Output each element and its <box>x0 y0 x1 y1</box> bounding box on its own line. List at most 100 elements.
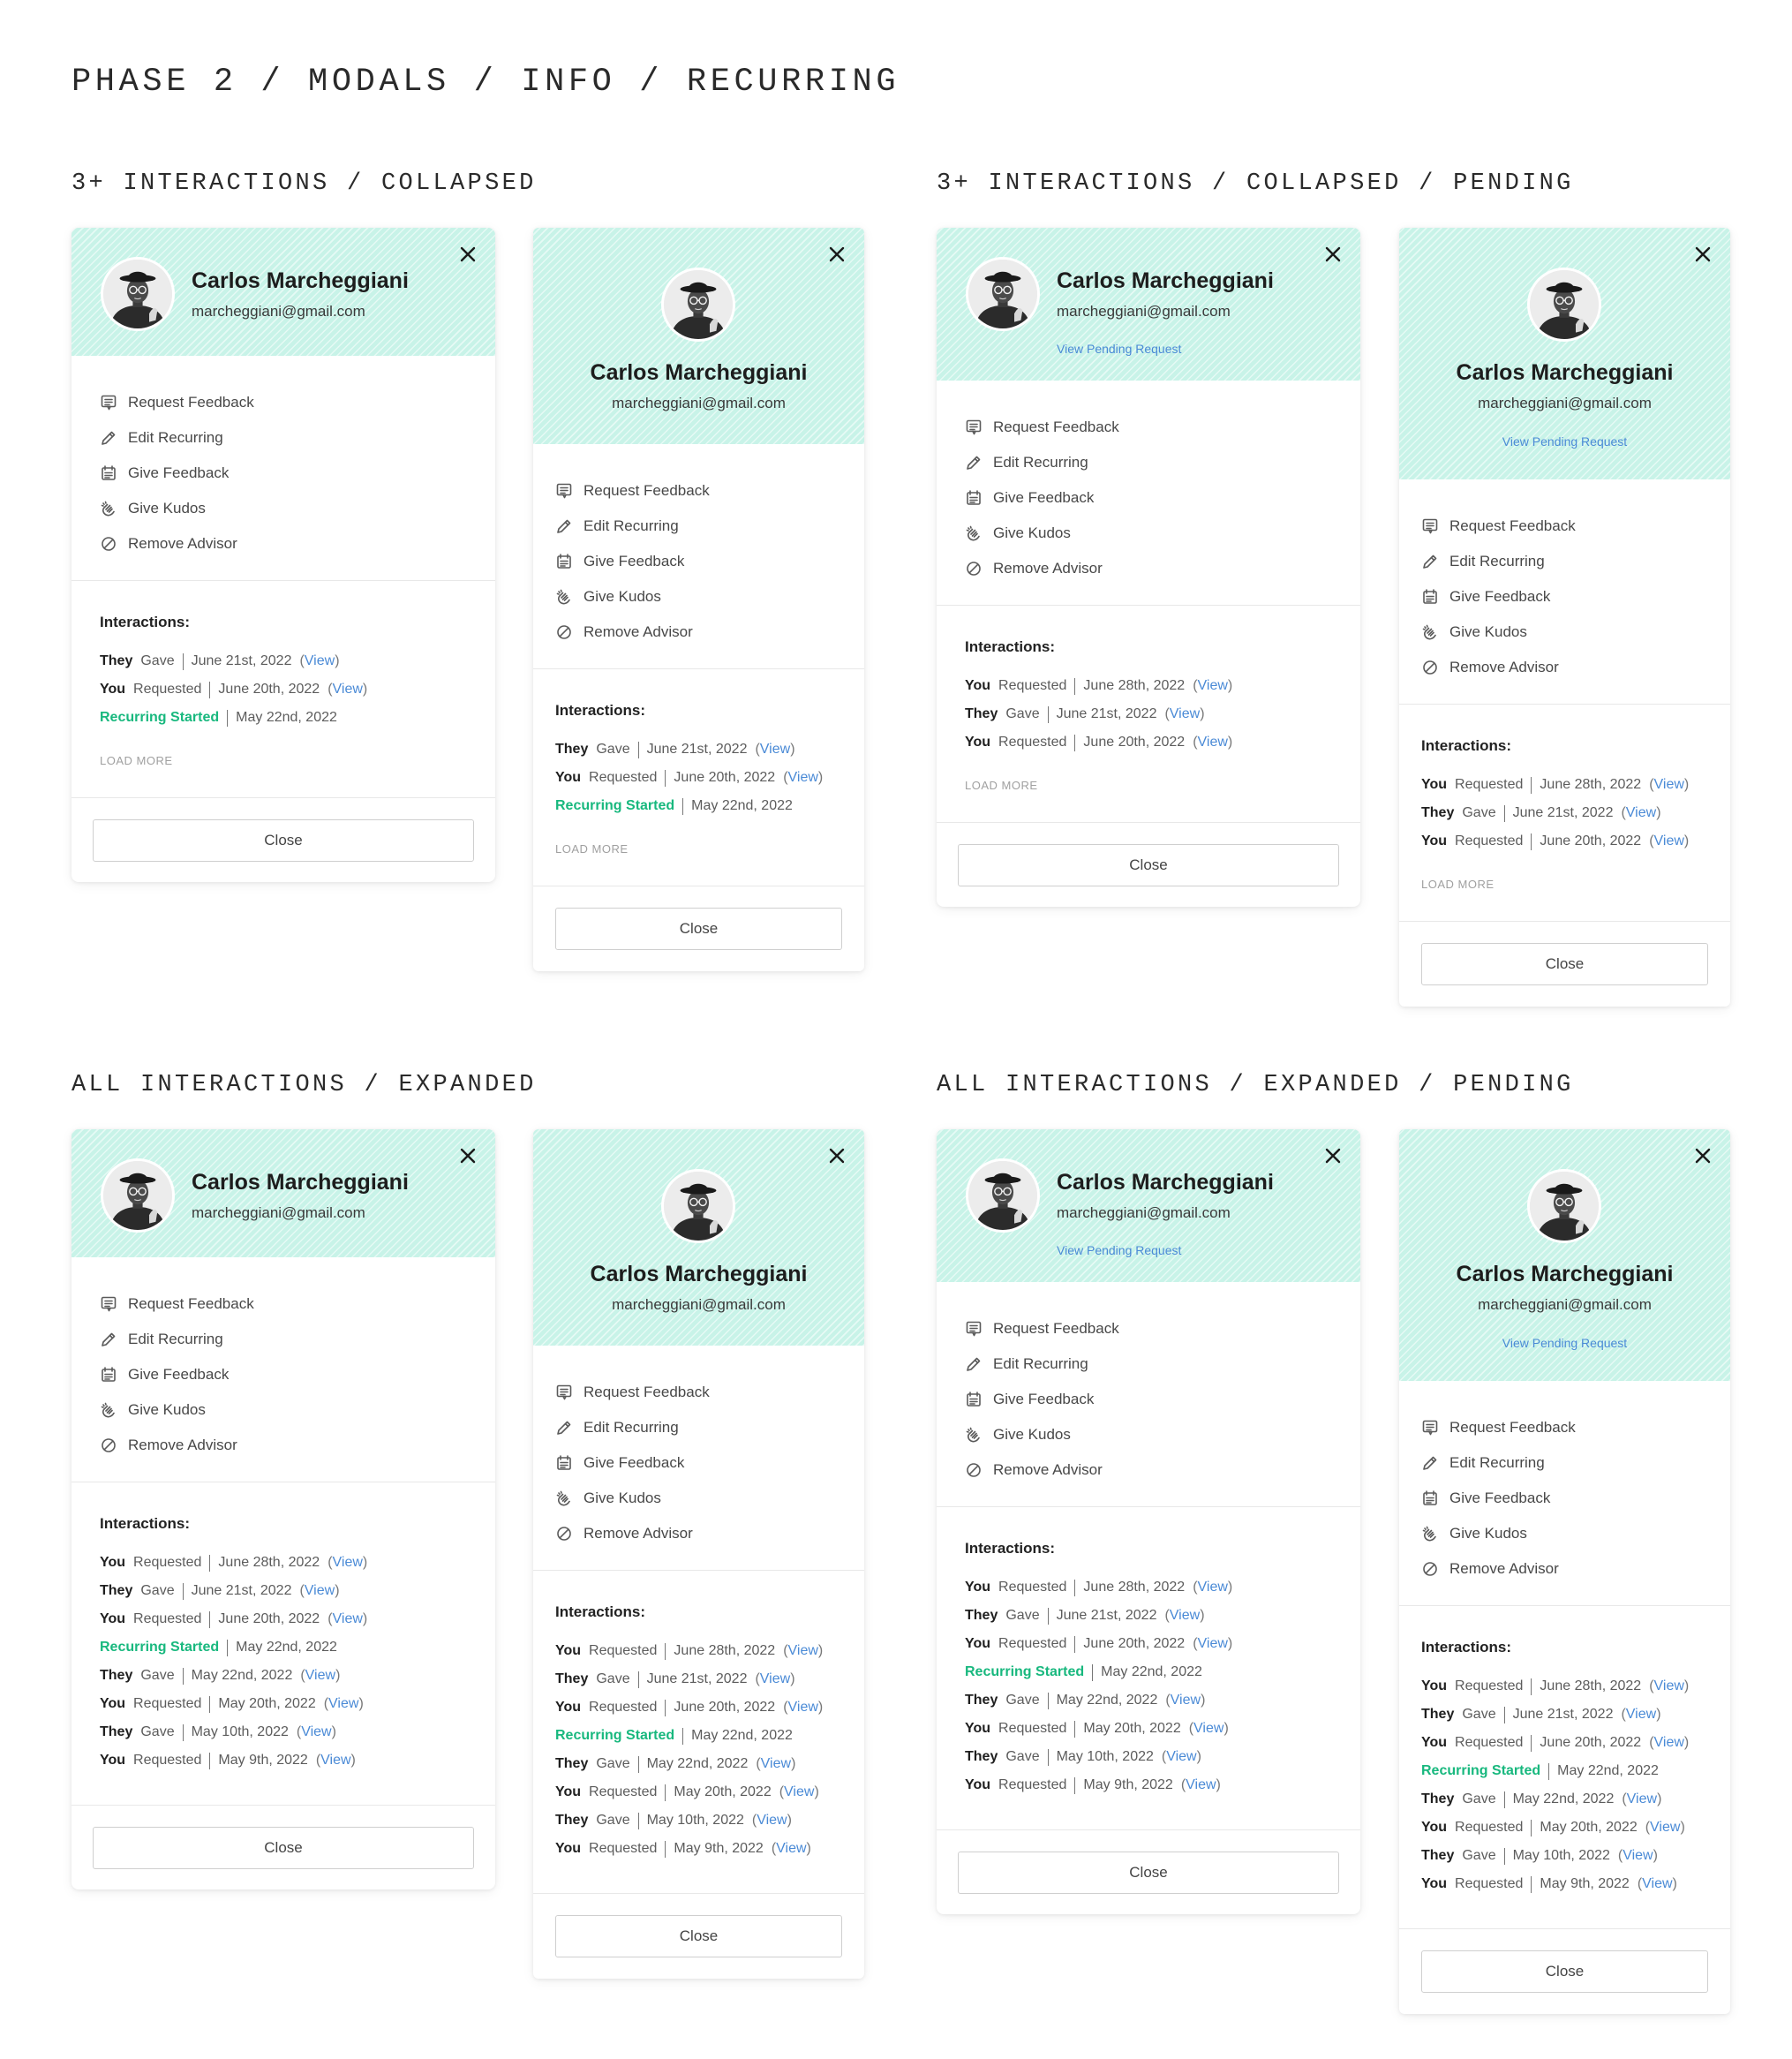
view-link[interactable]: View <box>1626 1707 1656 1722</box>
view-link[interactable]: View <box>1654 833 1684 848</box>
remove-advisor-action[interactable]: Remove Advisor <box>100 526 495 562</box>
view-link[interactable]: View <box>1171 1693 1201 1708</box>
view-link[interactable]: View <box>305 653 335 668</box>
remove-advisor-action[interactable]: Remove Advisor <box>555 1516 864 1551</box>
close-icon[interactable] <box>825 243 848 266</box>
view-link[interactable]: View <box>333 1555 363 1570</box>
remove-advisor-action[interactable]: Remove Advisor <box>965 551 1360 586</box>
request-feedback-action[interactable]: Request Feedback <box>1421 509 1730 544</box>
give-kudos-action[interactable]: Give Kudos <box>555 579 864 615</box>
give-kudos-action[interactable]: Give Kudos <box>100 1392 495 1428</box>
view-link[interactable]: View <box>333 682 363 697</box>
load-more-button[interactable]: LOAD MORE <box>1421 878 1730 891</box>
edit-recurring-action[interactable]: Edit Recurring <box>1421 544 1730 579</box>
give-kudos-action[interactable]: Give Kudos <box>1421 1516 1730 1551</box>
remove-advisor-action[interactable]: Remove Advisor <box>965 1452 1360 1488</box>
view-link[interactable]: View <box>788 770 818 785</box>
close-button[interactable]: Close <box>958 1852 1339 1894</box>
give-feedback-action[interactable]: Give Feedback <box>1421 579 1730 615</box>
edit-recurring-action[interactable]: Edit Recurring <box>965 1346 1360 1382</box>
remove-advisor-action[interactable]: Remove Advisor <box>1421 650 1730 685</box>
view-link[interactable]: View <box>1170 706 1200 721</box>
give-kudos-action[interactable]: Give Kudos <box>100 491 495 526</box>
close-button[interactable]: Close <box>93 819 474 862</box>
view-link[interactable]: View <box>761 1756 791 1771</box>
load-more-button[interactable]: LOAD MORE <box>965 779 1360 792</box>
load-more-button[interactable]: LOAD MORE <box>555 842 864 856</box>
close-button[interactable]: Close <box>958 844 1339 886</box>
request-feedback-action[interactable]: Request Feedback <box>555 1375 864 1410</box>
close-button[interactable]: Close <box>555 1915 842 1957</box>
give-feedback-action[interactable]: Give Feedback <box>965 1382 1360 1417</box>
give-feedback-action[interactable]: Give Feedback <box>100 1357 495 1392</box>
edit-recurring-action[interactable]: Edit Recurring <box>555 1410 864 1445</box>
edit-recurring-action[interactable]: Edit Recurring <box>100 1322 495 1357</box>
view-link[interactable]: View <box>1627 1791 1657 1806</box>
view-link[interactable]: View <box>1650 1820 1680 1835</box>
close-button[interactable]: Close <box>1421 943 1708 985</box>
request-feedback-action[interactable]: Request Feedback <box>965 1311 1360 1346</box>
close-button[interactable]: Close <box>93 1827 474 1869</box>
view-link[interactable]: View <box>301 1724 331 1739</box>
close-button[interactable]: Close <box>555 908 842 950</box>
give-kudos-action[interactable]: Give Kudos <box>965 516 1360 551</box>
view-link[interactable]: View <box>1642 1876 1672 1891</box>
give-feedback-action[interactable]: Give Feedback <box>1421 1481 1730 1516</box>
give-feedback-action[interactable]: Give Feedback <box>100 456 495 491</box>
remove-advisor-action[interactable]: Remove Advisor <box>555 615 864 650</box>
view-link[interactable]: View <box>784 1784 814 1799</box>
view-link[interactable]: View <box>1654 777 1684 792</box>
close-icon[interactable] <box>825 1144 848 1167</box>
view-link[interactable]: View <box>788 1643 818 1658</box>
close-icon[interactable] <box>456 1144 479 1167</box>
request-feedback-action[interactable]: Request Feedback <box>1421 1410 1730 1445</box>
view-link[interactable]: View <box>305 1668 335 1683</box>
give-kudos-action[interactable]: Give Kudos <box>555 1481 864 1516</box>
view-link[interactable]: View <box>1198 1636 1228 1651</box>
view-link[interactable]: View <box>757 1813 787 1828</box>
give-feedback-action[interactable]: Give Feedback <box>965 480 1360 516</box>
give-feedback-action[interactable]: Give Feedback <box>555 544 864 579</box>
view-link[interactable]: View <box>1198 735 1228 750</box>
edit-recurring-action[interactable]: Edit Recurring <box>555 509 864 544</box>
view-link[interactable]: View <box>1186 1777 1216 1792</box>
view-link[interactable]: View <box>1623 1848 1653 1863</box>
view-link[interactable]: View <box>1170 1608 1200 1623</box>
load-more-button[interactable]: LOAD MORE <box>100 754 495 767</box>
request-feedback-action[interactable]: Request Feedback <box>965 410 1360 445</box>
close-icon[interactable] <box>1691 243 1714 266</box>
give-kudos-action[interactable]: Give Kudos <box>965 1417 1360 1452</box>
view-link[interactable]: View <box>328 1696 358 1711</box>
view-link[interactable]: View <box>1198 1580 1228 1595</box>
request-feedback-action[interactable]: Request Feedback <box>100 385 495 420</box>
request-feedback-action[interactable]: Request Feedback <box>555 473 864 509</box>
view-link[interactable]: View <box>1193 1721 1224 1736</box>
close-icon[interactable] <box>1691 1144 1714 1167</box>
edit-recurring-action[interactable]: Edit Recurring <box>100 420 495 456</box>
close-button[interactable]: Close <box>1421 1950 1708 1993</box>
close-icon[interactable] <box>1321 1144 1344 1167</box>
view-link[interactable]: View <box>320 1753 350 1768</box>
give-kudos-action[interactable]: Give Kudos <box>1421 615 1730 650</box>
view-link[interactable]: View <box>1654 1735 1684 1750</box>
view-link[interactable]: View <box>760 742 790 757</box>
view-link[interactable]: View <box>1626 805 1656 820</box>
view-link[interactable]: View <box>760 1671 790 1686</box>
view-link[interactable]: View <box>1654 1678 1684 1693</box>
edit-recurring-action[interactable]: Edit Recurring <box>965 445 1360 480</box>
view-link[interactable]: View <box>1166 1749 1196 1764</box>
view-pending-request-link[interactable]: View Pending Request <box>1057 1243 1181 1257</box>
view-link[interactable]: View <box>1198 678 1228 693</box>
close-icon[interactable] <box>456 243 479 266</box>
remove-advisor-action[interactable]: Remove Advisor <box>1421 1551 1730 1587</box>
view-link[interactable]: View <box>305 1583 335 1598</box>
close-icon[interactable] <box>1321 243 1344 266</box>
give-feedback-action[interactable]: Give Feedback <box>555 1445 864 1481</box>
view-link[interactable]: View <box>788 1700 818 1715</box>
view-pending-request-link[interactable]: View Pending Request <box>1399 1336 1730 1350</box>
request-feedback-action[interactable]: Request Feedback <box>100 1286 495 1322</box>
view-link[interactable]: View <box>776 1841 806 1856</box>
view-pending-request-link[interactable]: View Pending Request <box>1057 342 1181 356</box>
edit-recurring-action[interactable]: Edit Recurring <box>1421 1445 1730 1481</box>
view-link[interactable]: View <box>333 1611 363 1626</box>
